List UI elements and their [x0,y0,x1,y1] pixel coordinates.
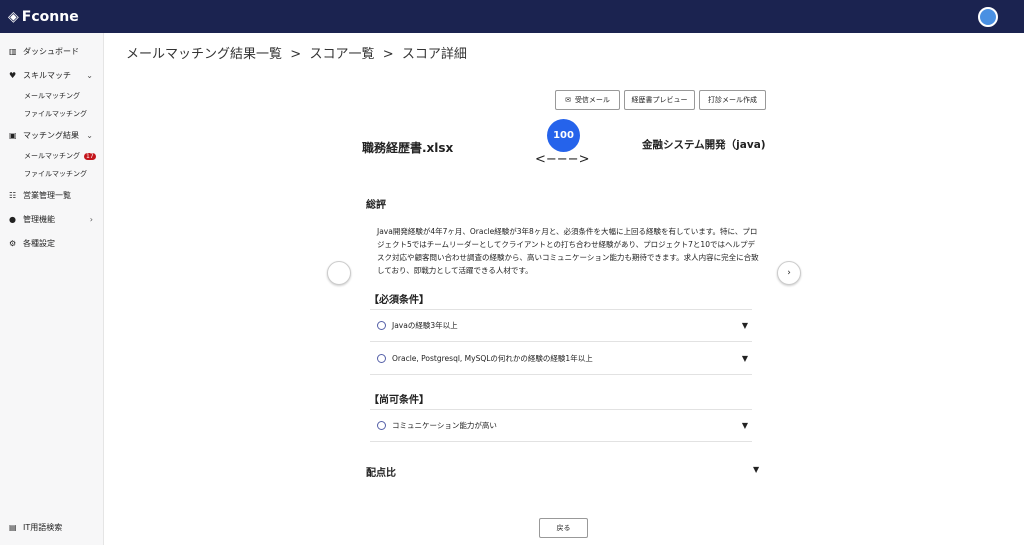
header: ◈ Fconne [0,0,1024,33]
sidebar-item-settings[interactable]: ⚙ 各種設定 [0,231,103,255]
chevron-down-icon: ⌄ [86,70,93,80]
preferred-title: 【尚可条件】 [369,395,429,406]
match-arrow: <−−−> [535,152,590,167]
sidebar-subitem-result-mail-matching[interactable]: メールマッチング 17 [0,147,103,165]
breadcrumb: メールマッチング結果一覧 > スコア一覧 > スコア詳細 [126,43,467,62]
chevron-right-icon: › [787,268,791,278]
create-offer-mail-button[interactable]: 打診メール作成 [699,90,766,110]
radio-icon [377,421,386,430]
count-badge: 17 [84,152,96,160]
required-condition-item[interactable]: Javaの経験3年以上 ▼ [370,309,752,342]
sidebar-subitem-file-matching[interactable]: ファイルマッチング [0,105,103,123]
preferred-condition-item[interactable]: コミュニケーション能力が高い ▼ [370,409,752,442]
book-icon: ▤ [9,522,17,532]
inbox-mail-button[interactable]: ✉ 受信メール [555,90,620,110]
required-condition-item[interactable]: Oracle, Postgresql, MySQLの何れかの経験の経験1年以上 ▼ [370,342,752,375]
logo[interactable]: ◈ Fconne [8,9,79,25]
gear-icon: ⚙ [9,238,17,248]
dashboard-icon: ▥ [9,46,17,56]
review-text: Java開発経験が4年7ヶ月、Oracle経験が3年8ヶ月と、必須条件を大幅に上… [377,227,759,275]
sidebar-item-skill-match[interactable]: ♥ スキルマッチ ⌄ [0,63,103,87]
sidebar-subitem-mail-matching[interactable]: メールマッチング [0,87,103,105]
sidebar-item-dashboard[interactable]: ▥ ダッシュボード [0,39,103,63]
breadcrumb-score-detail: スコア詳細 [401,47,467,62]
previous-button[interactable] [327,261,351,285]
sidebar: ▥ ダッシュボード ♥ スキルマッチ ⌄ メールマッチング ファイルマッチング ▣ マッ… [0,33,104,545]
breadcrumb-mail-results[interactable]: メールマッチング結果一覧 [126,47,282,62]
radio-icon [377,353,386,363]
ratio-title[interactable]: 配点比 [366,464,396,479]
chevron-right-icon: › [89,214,93,224]
sidebar-item-it-glossary[interactable]: ▤ IT用語検索 [0,515,62,539]
heart-icon: ♥ [9,70,17,80]
caret-down-icon: ▼ [741,321,748,330]
breadcrumb-separator: > [382,47,394,62]
person-icon: ● [9,214,16,224]
resume-file-name: 職務経歴書.xlsx [362,141,454,155]
sidebar-item-sales[interactable]: ☷ 営業管理一覧 [0,183,103,207]
required-title: 【必須条件】 [369,295,429,306]
avatar[interactable] [978,7,998,27]
caret-down-icon: ▼ [741,421,748,430]
breadcrumb-separator: > [290,47,302,62]
back-button[interactable]: 戻る [539,518,588,538]
clipboard-icon: ▣ [9,130,17,140]
caret-down-icon[interactable]: ▼ [753,465,759,474]
review-title: 総評 [366,200,386,211]
logo-icon: ◈ [8,8,19,25]
caret-down-icon: ▼ [741,353,748,363]
score-badge: 100 [547,119,580,152]
chevron-down-icon: ⌄ [86,130,93,140]
sidebar-item-admin[interactable]: ● 管理機能 › [0,207,103,231]
resume-preview-button[interactable]: 経歴書プレビュー [624,90,695,110]
mail-icon: ✉ [565,96,571,104]
radio-icon [377,321,386,330]
team-icon: ☷ [9,190,17,200]
sidebar-item-matching-results[interactable]: ▣ マッチング結果 ⌄ [0,123,103,147]
breadcrumb-score-list[interactable]: スコア一覧 [309,47,374,62]
next-button[interactable]: › [777,261,801,285]
job-title: 金融システム開発（java) [642,139,766,151]
sidebar-subitem-result-file-matching[interactable]: ファイルマッチング [0,165,103,183]
